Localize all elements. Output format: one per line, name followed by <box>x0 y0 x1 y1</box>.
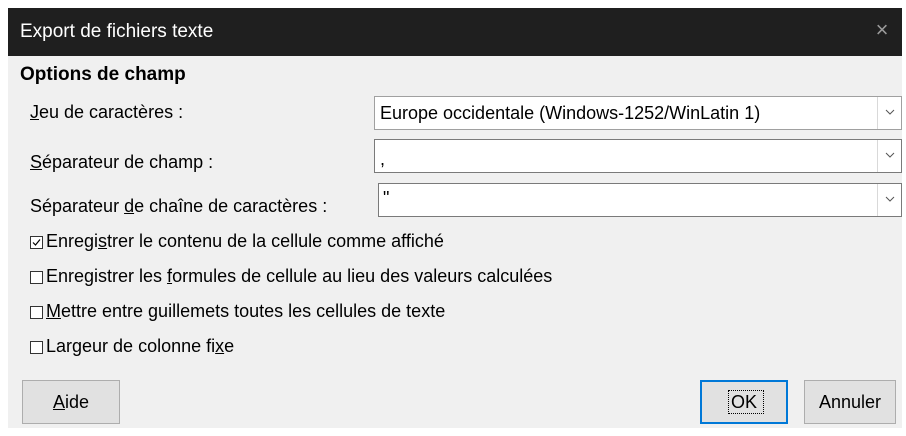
field-separator-value: , <box>380 149 386 169</box>
string-separator-combobox[interactable]: " <box>378 183 902 217</box>
charset-value: Europe occidentale (Windows-1252/WinLati… <box>380 103 761 123</box>
field-separator-combobox[interactable]: , <box>374 139 902 173</box>
ok-button[interactable]: OK <box>700 380 788 424</box>
fixed-column-width-label: Largeur de colonne fixe <box>46 336 235 356</box>
field-separator-label: Séparateur de champ : <box>30 152 214 172</box>
charset-combobox[interactable]: Europe occidentale (Windows-1252/WinLati… <box>374 96 902 130</box>
string-separator-value: " <box>383 188 390 208</box>
fixed-column-width-checkbox[interactable] <box>30 341 43 354</box>
cancel-button[interactable]: Annuler <box>804 380 896 424</box>
save-formulas-checkbox[interactable] <box>30 271 43 284</box>
quote-all-text-label: Mettre entre guillemets toutes les cellu… <box>46 301 446 321</box>
export-text-dialog: Export de fichiers texte × Options de ch… <box>0 0 906 436</box>
chevron-down-icon[interactable] <box>877 97 901 129</box>
chevron-down-icon[interactable] <box>877 140 901 172</box>
save-as-shown-checkbox[interactable] <box>30 236 43 249</box>
string-separator-label: Séparateur de chaîne de caractères : <box>30 196 328 216</box>
title-bar: Export de fichiers texte × <box>8 8 902 56</box>
save-as-shown-label: Enregistrer le contenu de la cellule com… <box>46 231 444 251</box>
chevron-down-icon[interactable] <box>877 184 901 216</box>
dialog-title: Export de fichiers texte <box>20 21 214 42</box>
quote-all-text-checkbox[interactable] <box>30 306 43 319</box>
section-title: Options de champ <box>20 64 186 85</box>
help-button[interactable]: Aide <box>22 380 120 424</box>
checkmark-icon <box>32 239 41 246</box>
charset-label: Jeu de caractères : <box>30 102 184 122</box>
save-formulas-label: Enregistrer les formules de cellule au l… <box>46 266 553 286</box>
close-icon[interactable]: × <box>862 8 902 56</box>
